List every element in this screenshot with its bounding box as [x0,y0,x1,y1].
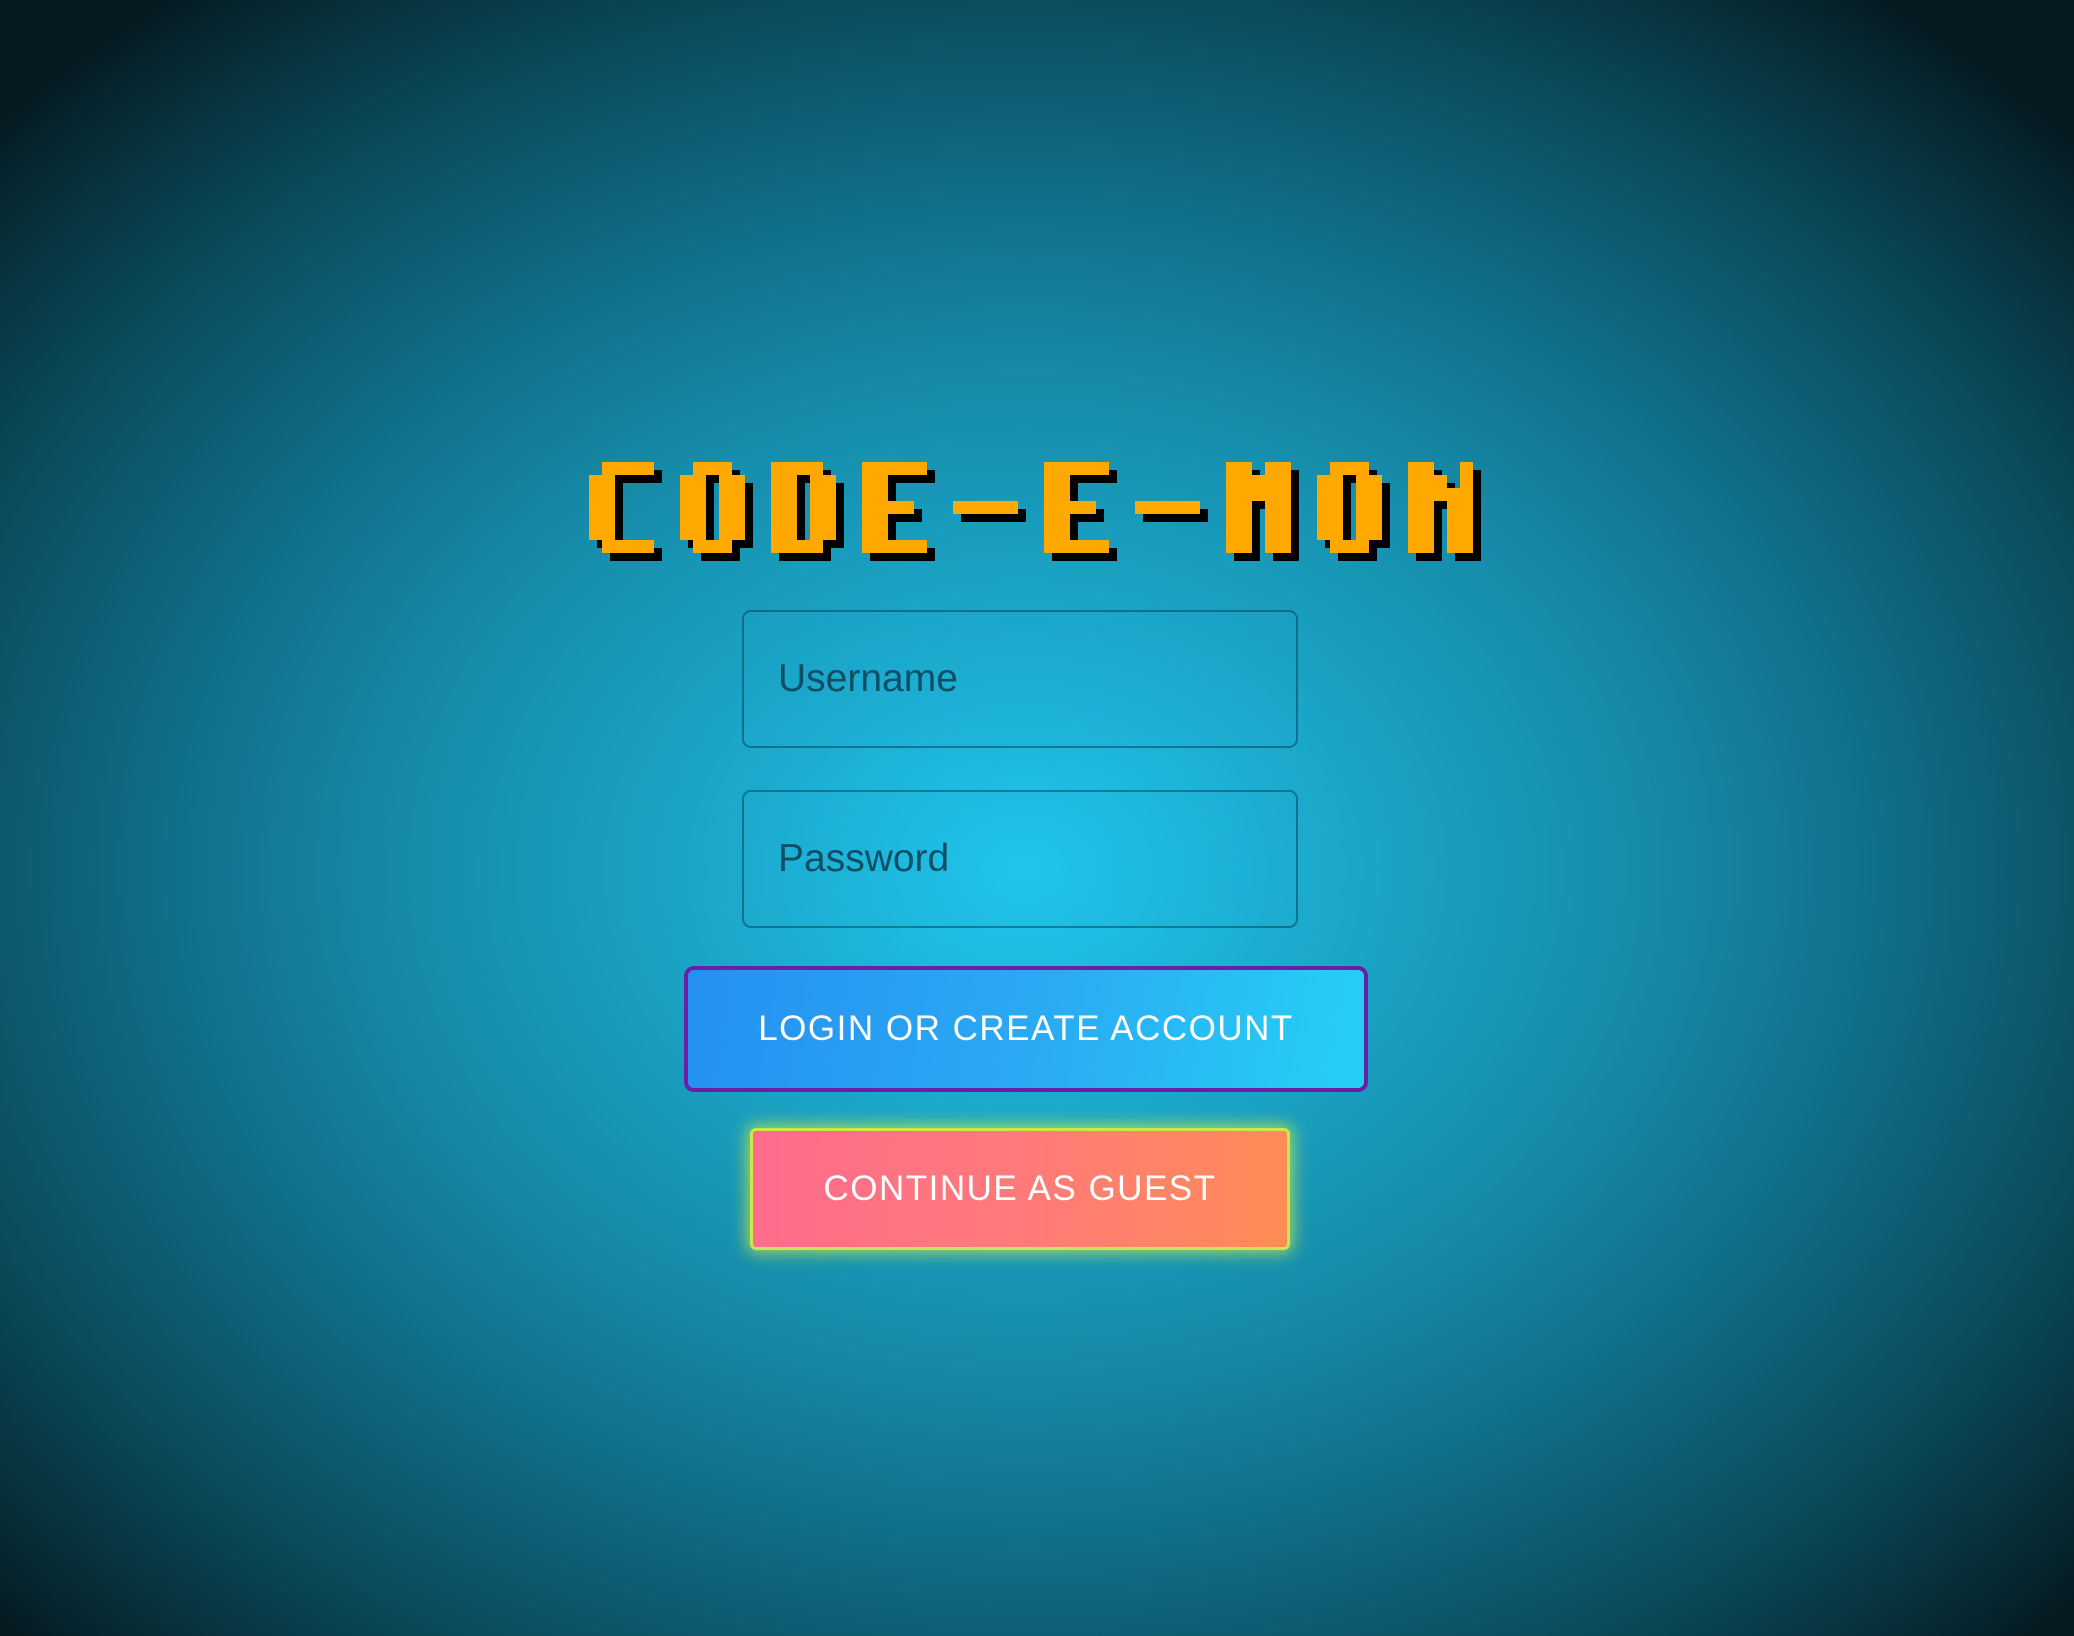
continue-as-guest-button[interactable]: CONTINUE AS GUEST [750,1128,1290,1250]
password-input[interactable] [742,790,1298,928]
username-input[interactable] [742,610,1298,748]
game-title [589,462,1481,561]
game-logo [0,462,2074,602]
game-title-letters [589,462,1473,553]
login-screen: LOGIN OR CREATE ACCOUNT CONTINUE AS GUES… [0,0,2074,1636]
guest-button-label: CONTINUE AS GUEST [823,1169,1217,1208]
login-button-label: LOGIN OR CREATE ACCOUNT [758,1009,1294,1048]
login-or-create-account-button[interactable]: LOGIN OR CREATE ACCOUNT [684,966,1368,1092]
